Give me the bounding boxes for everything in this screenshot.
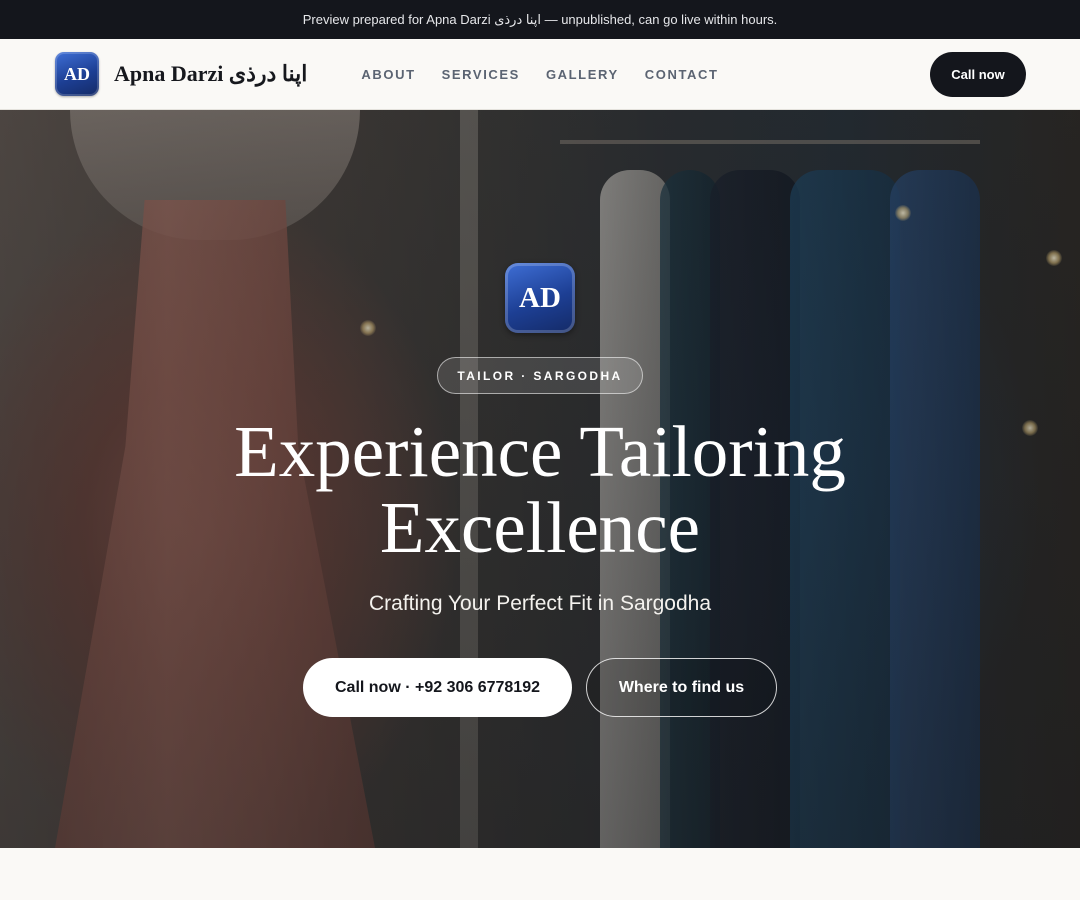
nav-link-contact[interactable]: CONTACT — [645, 67, 719, 82]
brand-logo[interactable]: AD — [55, 52, 99, 96]
header-call-button[interactable]: Call now — [930, 52, 1026, 97]
brand-logo-initials: AD — [64, 63, 90, 84]
hero-badge: TAILOR · SARGODHA — [437, 357, 643, 394]
hero-title-line-1: Experience Tailoring — [234, 411, 846, 492]
nav-link-services[interactable]: SERVICES — [442, 67, 520, 82]
next-section — [0, 848, 1080, 900]
preview-banner-text: Preview prepared for Apna Darzi اپنا درذ… — [302, 11, 778, 27]
nav-link-gallery[interactable]: GALLERY — [546, 67, 619, 82]
brand-name[interactable]: Apna Darzi اپنا درذی — [114, 61, 307, 89]
nav-link-about[interactable]: ABOUT — [361, 67, 415, 82]
hero-logo: AD — [505, 263, 575, 333]
preview-banner: Preview prepared for Apna Darzi اپنا درذ… — [0, 0, 1080, 39]
hero-title: Experience Tailoring Excellence — [140, 414, 940, 566]
hero-subtitle: Crafting Your Perfect Fit in Sargodha — [368, 592, 712, 615]
site-header: AD Apna Darzi اپنا درذی ABOUT SERVICES G… — [0, 39, 1080, 110]
hero-logo-initials: AD — [519, 281, 561, 314]
hero-call-button[interactable]: Call now · +92 306 6778192 — [303, 658, 572, 717]
hero-title-line-2: Excellence — [379, 487, 701, 568]
where-to-find-us-button[interactable]: Where to find us — [586, 658, 777, 717]
